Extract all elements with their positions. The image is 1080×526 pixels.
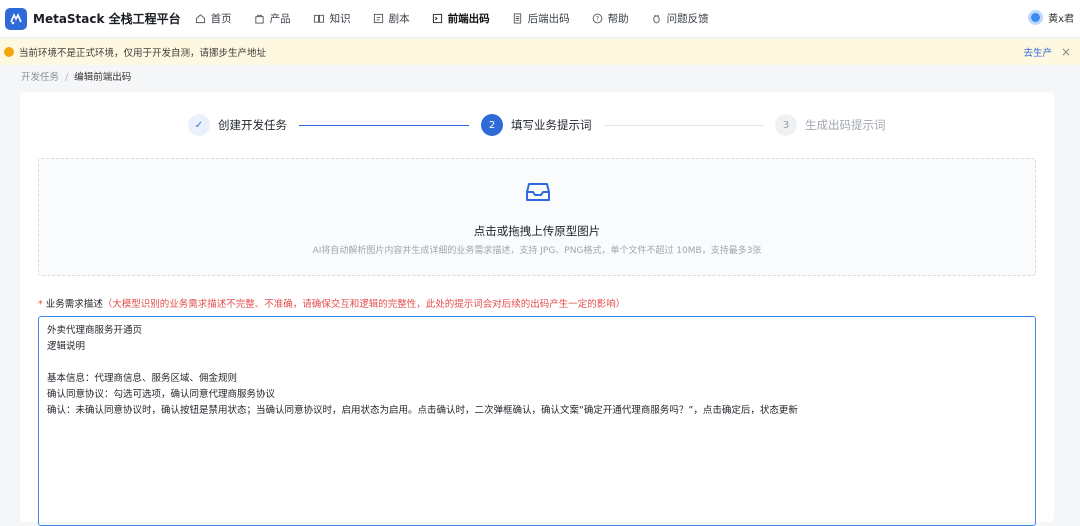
env-warning-banner: 当前环境不是正式环境，仅用于开发自测，请挪步生产地址 去生产 × <box>0 39 1080 65</box>
app-logo[interactable]: MetaStack 全栈工程平台 <box>5 7 181 30</box>
step-number: 3 <box>775 114 797 136</box>
home-icon <box>195 14 205 24</box>
book-icon <box>313 14 324 23</box>
image-upload-dropzone[interactable]: 点击或拖拽上传原型图片 AI将自动解析图片内容并生成详细的业务需求描述，支持 J… <box>38 158 1036 276</box>
step-create-task[interactable]: ✓ 创建开发任务 <box>188 114 287 136</box>
nav-label: 剧本 <box>388 13 410 25</box>
nav-product[interactable]: 产品 <box>254 11 291 26</box>
bag-icon <box>255 14 264 24</box>
nav-label: 知识 <box>329 13 351 25</box>
breadcrumb: 开发任务 / 编辑前端出码 <box>21 69 131 83</box>
metastack-logo-icon <box>5 7 27 30</box>
top-navigation-bar: MetaStack 全栈工程平台 首页 产品 知识 剧本 前端出码 后端出码 ? <box>0 0 1080 38</box>
close-icon[interactable]: × <box>1061 45 1071 59</box>
main-nav: 首页 产品 知识 剧本 前端出码 后端出码 ? 帮助 问题反馈 <box>195 11 731 26</box>
nav-label: 前端出码 <box>447 13 490 25</box>
help-icon: ? <box>592 13 603 24</box>
nav-label: 问题反馈 <box>666 13 709 25</box>
nav-backend-code[interactable]: 后端出码 <box>512 11 570 26</box>
step-connector-done <box>299 125 469 126</box>
required-mark: * <box>38 299 43 310</box>
nav-label: 帮助 <box>607 13 629 25</box>
backend-code-icon <box>513 13 521 24</box>
nav-frontend-code[interactable]: 前端出码 <box>432 11 490 26</box>
step-connector-pending <box>604 125 764 126</box>
business-description-textarea[interactable]: 外卖代理商服务开通页 逻辑说明 基本信息：代理商信息、服务区域、佣金规则 确认同… <box>38 316 1036 526</box>
nav-label: 后端出码 <box>527 13 570 25</box>
description-warning-note: （大模型识别的业务需求描述不完整、不准确，请确保交互和逻辑的完整性，此处的提示词… <box>102 299 626 310</box>
nav-label: 首页 <box>210 13 232 25</box>
nav-script[interactable]: 剧本 <box>373 11 410 26</box>
breadcrumb-current: 编辑前端出码 <box>74 72 132 83</box>
breadcrumb-separator: / <box>65 72 69 83</box>
main-card: ✓ 创建开发任务 2 填写业务提示词 3 生成出码提示词 点击或拖拽上传原型图片… <box>20 92 1054 526</box>
user-name: 黄x君 <box>1048 14 1074 25</box>
warning-icon <box>4 47 14 57</box>
app-title: MetaStack 全栈工程平台 <box>33 12 181 26</box>
banner-text: 当前环境不是正式环境，仅用于开发自测，请挪步生产地址 <box>19 48 267 59</box>
step-business-prompt[interactable]: 2 填写业务提示词 <box>481 114 592 136</box>
step-label: 创建开发任务 <box>218 118 287 132</box>
inbox-icon <box>526 183 550 201</box>
description-field-label: * 业务需求描述（大模型识别的业务需求描述不完整、不准确，请确保交互和逻辑的完整性… <box>38 296 625 310</box>
upload-title: 点击或拖拽上传原型图片 <box>473 224 601 238</box>
script-icon <box>373 13 383 24</box>
nav-help[interactable]: ? 帮助 <box>592 11 629 26</box>
frontend-code-icon <box>432 13 442 24</box>
nav-knowledge[interactable]: 知识 <box>313 11 351 26</box>
avatar <box>1028 10 1044 25</box>
step-done-icon: ✓ <box>188 114 210 136</box>
upload-hint: AI将自动解析图片内容并生成详细的业务需求描述，支持 JPG、PNG格式，单个文… <box>312 246 762 256</box>
user-menu[interactable]: 黄x君 <box>1028 10 1074 25</box>
breadcrumb-parent[interactable]: 开发任务 <box>21 72 59 83</box>
step-label: 生成出码提示词 <box>805 118 886 132</box>
step-label: 填写业务提示词 <box>511 118 592 132</box>
svg-text:?: ? <box>595 15 598 23</box>
go-production-link[interactable]: 去生产 <box>1023 45 1052 59</box>
nav-home[interactable]: 首页 <box>195 11 232 26</box>
description-label: 业务需求描述 <box>45 299 103 310</box>
step-generate-prompt[interactable]: 3 生成出码提示词 <box>775 114 886 136</box>
nav-label: 产品 <box>269 13 291 25</box>
step-number: 2 <box>481 114 503 136</box>
bug-icon <box>652 14 660 24</box>
nav-feedback[interactable]: 问题反馈 <box>651 11 709 26</box>
